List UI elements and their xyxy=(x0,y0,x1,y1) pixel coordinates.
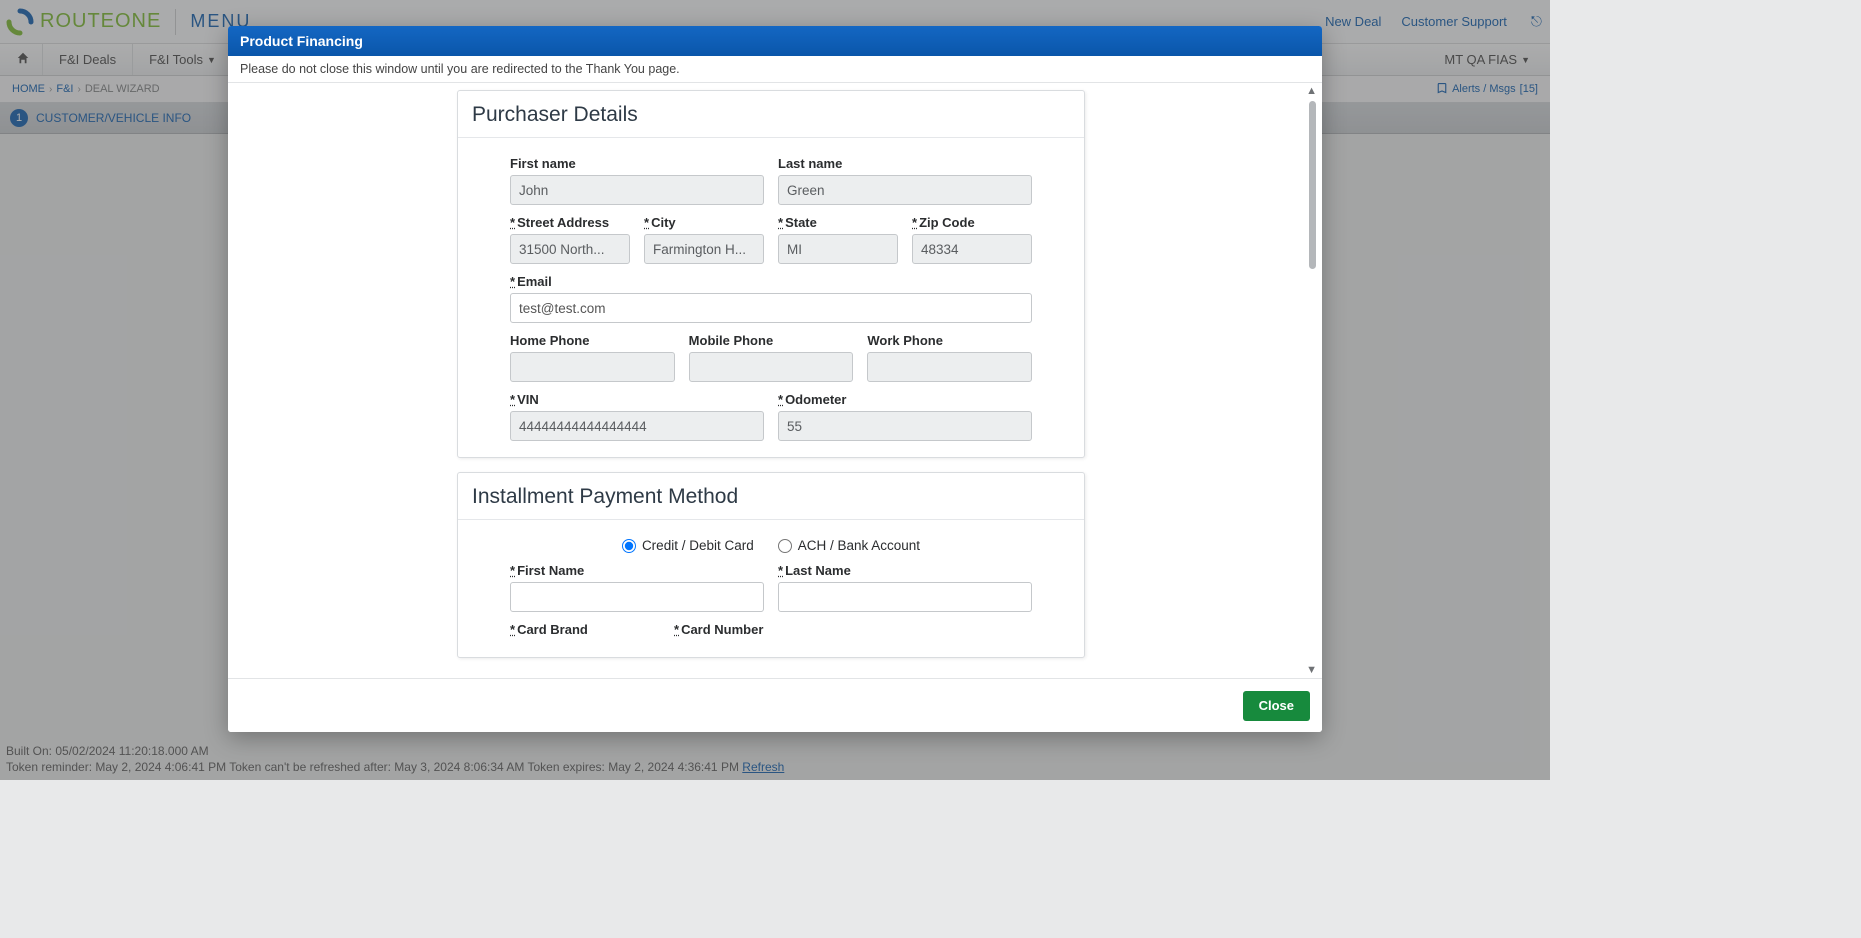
crumb-sep: › xyxy=(49,84,52,95)
card-number-label: *Card Number xyxy=(674,622,1032,637)
pay-last-name-label: *Last Name xyxy=(778,563,1032,578)
footer-token-text: Token reminder: May 2, 2024 4:06:41 PM T… xyxy=(6,760,742,774)
customer-support-link[interactable]: Customer Support xyxy=(1401,14,1507,29)
brand-logo: ROUTEONE xyxy=(6,8,161,36)
logout-icon[interactable]: ⎋ xyxy=(1531,13,1542,30)
crumb-sep: › xyxy=(77,84,80,95)
radio-ach-input[interactable] xyxy=(778,539,792,553)
mobile-phone-label: Mobile Phone xyxy=(689,333,854,348)
scroll-up-icon[interactable]: ▲ xyxy=(1306,85,1317,97)
street-label: *Street Address xyxy=(510,215,630,230)
first-name-field xyxy=(510,175,764,205)
alerts-label: Alerts / Msgs xyxy=(1452,83,1516,95)
radio-credit-card-label: Credit / Debit Card xyxy=(642,538,754,553)
vin-label: *VIN xyxy=(510,392,764,407)
nav-fi-deals[interactable]: F&I Deals xyxy=(43,44,133,75)
pay-first-name-label: *First Name xyxy=(510,563,764,578)
step-badge: 1 xyxy=(10,109,28,127)
nav-fi-tools-label: F&I Tools xyxy=(149,52,203,67)
home-phone-field xyxy=(510,352,675,382)
footer-token-row: Token reminder: May 2, 2024 4:06:41 PM T… xyxy=(6,760,784,774)
modal-footer: Close xyxy=(228,678,1322,732)
brand-divider xyxy=(175,9,176,35)
first-name-label: First name xyxy=(510,156,764,171)
modal-title: Product Financing xyxy=(228,26,1322,56)
home-phone-label: Home Phone xyxy=(510,333,675,348)
radio-ach[interactable]: ACH / Bank Account xyxy=(778,538,920,553)
alerts-count: [15] xyxy=(1520,83,1538,95)
zip-field xyxy=(912,234,1032,264)
pay-first-name-field[interactable] xyxy=(510,582,764,612)
home-icon xyxy=(16,51,30,68)
city-field xyxy=(644,234,764,264)
payment-method-card: Installment Payment Method Credit / Debi… xyxy=(457,472,1085,658)
vin-field xyxy=(510,411,764,441)
logo-icon xyxy=(6,8,34,36)
close-button[interactable]: Close xyxy=(1243,691,1310,721)
email-label: *Email xyxy=(510,274,1032,289)
footer-built: Built On: 05/02/2024 11:20:18.000 AM xyxy=(6,744,784,758)
step-label[interactable]: CUSTOMER/VEHICLE INFO xyxy=(36,111,191,125)
book-icon xyxy=(1436,82,1448,97)
new-deal-link[interactable]: New Deal xyxy=(1325,14,1381,29)
radio-ach-label: ACH / Bank Account xyxy=(798,538,920,553)
footer: Built On: 05/02/2024 11:20:18.000 AM Tok… xyxy=(6,742,784,774)
crumb-current: DEAL WIZARD xyxy=(85,83,160,95)
street-field xyxy=(510,234,630,264)
scroll-down-icon[interactable]: ▼ xyxy=(1306,664,1317,676)
nav-account-label: MT QA FIAS xyxy=(1444,52,1517,67)
modal-subtitle: Please do not close this window until yo… xyxy=(228,56,1322,82)
zip-label: *Zip Code xyxy=(912,215,1032,230)
crumb-fi[interactable]: F&I xyxy=(56,83,73,95)
radio-credit-card-input[interactable] xyxy=(622,539,636,553)
last-name-field xyxy=(778,175,1032,205)
nav-fi-tools[interactable]: F&I Tools ▼ xyxy=(133,44,233,75)
mobile-phone-field xyxy=(689,352,854,382)
modal-scroll-area[interactable]: Purchaser Details First name Last name xyxy=(240,84,1302,677)
city-label: *City xyxy=(644,215,764,230)
work-phone-field xyxy=(867,352,1032,382)
crumb-home[interactable]: HOME xyxy=(12,83,45,95)
nav-account[interactable]: MT QA FIAS ▼ xyxy=(1428,52,1546,67)
odometer-label: *Odometer xyxy=(778,392,1032,407)
payment-method-radio-group: Credit / Debit Card ACH / Bank Account xyxy=(510,538,1032,553)
purchaser-title: Purchaser Details xyxy=(458,91,1084,138)
payment-title: Installment Payment Method xyxy=(458,473,1084,520)
card-brand-label: *Card Brand xyxy=(510,622,660,637)
product-financing-modal: Product Financing Please do not close th… xyxy=(228,26,1322,732)
modal-body: Purchaser Details First name Last name xyxy=(228,82,1322,678)
state-label: *State xyxy=(778,215,898,230)
purchaser-details-card: Purchaser Details First name Last name xyxy=(457,90,1085,458)
chevron-down-icon: ▼ xyxy=(207,55,216,65)
brand-name: ROUTEONE xyxy=(40,10,161,33)
nav-fi-deals-label: F&I Deals xyxy=(59,52,116,67)
refresh-link[interactable]: Refresh xyxy=(742,760,784,774)
last-name-label: Last name xyxy=(778,156,1032,171)
email-field[interactable] xyxy=(510,293,1032,323)
state-field xyxy=(778,234,898,264)
alerts-link[interactable]: Alerts / Msgs [15] xyxy=(1436,82,1538,97)
pay-last-name-field[interactable] xyxy=(778,582,1032,612)
odometer-field xyxy=(778,411,1032,441)
work-phone-label: Work Phone xyxy=(867,333,1032,348)
radio-credit-card[interactable]: Credit / Debit Card xyxy=(622,538,754,553)
scrollbar[interactable]: ▲ ▼ xyxy=(1304,87,1318,674)
scroll-thumb[interactable] xyxy=(1309,101,1316,269)
chevron-down-icon: ▼ xyxy=(1521,55,1530,65)
nav-home[interactable] xyxy=(4,44,43,75)
